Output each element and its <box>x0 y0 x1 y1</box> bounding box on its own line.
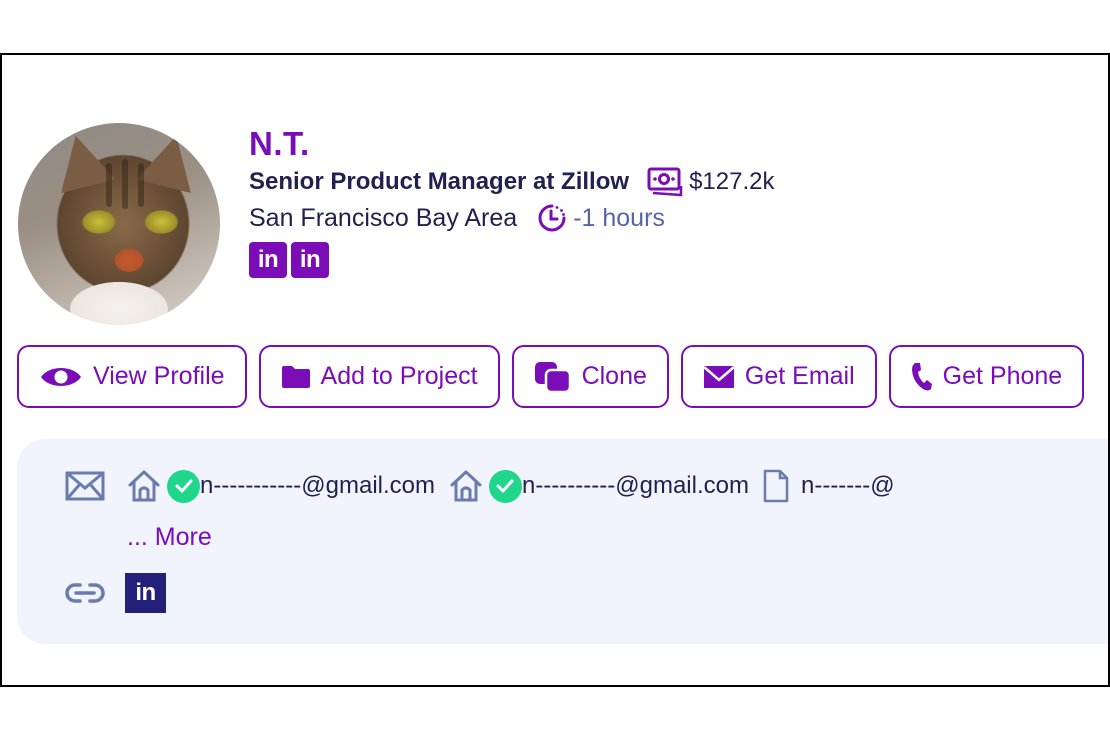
eye-icon <box>41 367 81 386</box>
get-phone-button[interactable]: Get Phone <box>888 345 1085 408</box>
profile-name: N.T. <box>249 125 310 162</box>
get-phone-label: Get Phone <box>942 362 1063 390</box>
location-row: San Francisco Bay Area -1 hours <box>249 199 774 237</box>
email-address[interactable]: n----------@gmail.com <box>522 472 749 500</box>
social-links: in in <box>249 242 774 278</box>
view-profile-button[interactable]: View Profile <box>17 345 247 408</box>
profile-info: N.T. Senior Product Manager at Zillow $1… <box>249 124 774 278</box>
clone-button[interactable]: Clone <box>511 345 669 408</box>
profile-panel: N.T. Senior Product Manager at Zillow $1… <box>0 53 1110 687</box>
job-title: Senior Product Manager at Zillow <box>249 168 630 195</box>
location: San Francisco Bay Area <box>249 203 518 232</box>
email-list: n-----------@gmail.com n----------@gmail… <box>65 469 895 503</box>
avatar-image-detail <box>122 159 128 209</box>
title-row: Senior Product Manager at Zillow $127.2k <box>249 165 774 199</box>
linkedin-icon[interactable]: in <box>291 242 329 278</box>
home-icon <box>450 470 482 502</box>
action-buttons: View Profile Add to Project Clone Get Em… <box>17 345 1085 408</box>
avatar-image-detail <box>106 163 112 207</box>
more-emails-link[interactable]: ... More <box>127 523 212 552</box>
avatar[interactable] <box>18 123 220 325</box>
linkedin-icon[interactable]: in <box>249 242 287 278</box>
contact-info-card: n-----------@gmail.com n----------@gmail… <box>17 439 1108 644</box>
envelope-icon <box>703 365 735 388</box>
view-profile-label: View Profile <box>93 362 225 390</box>
avatar-image-detail <box>138 163 144 207</box>
file-icon <box>763 469 789 503</box>
money-icon <box>647 167 683 197</box>
add-to-project-label: Add to Project <box>320 362 478 390</box>
email-address[interactable]: n-------@ <box>801 472 895 500</box>
salary-estimate: $127.2k <box>689 168 775 195</box>
verified-check-icon <box>167 469 200 503</box>
get-email-button[interactable]: Get Email <box>680 345 877 408</box>
clone-icon <box>534 361 571 393</box>
home-icon <box>128 470 160 502</box>
links-row: in <box>65 573 166 613</box>
avatar-image-ear <box>136 128 204 194</box>
verified-check-icon <box>488 469 522 503</box>
clock-icon <box>538 204 566 232</box>
add-to-project-button[interactable]: Add to Project <box>258 345 500 408</box>
linkedin-icon[interactable]: in <box>125 573 166 613</box>
link-icon <box>65 583 105 603</box>
folder-icon <box>281 365 310 388</box>
local-time-offset: -1 hours <box>573 203 665 232</box>
envelope-outline-icon <box>65 471 105 501</box>
email-address[interactable]: n-----------@gmail.com <box>200 472 435 500</box>
get-email-label: Get Email <box>744 362 855 390</box>
clone-label: Clone <box>581 362 647 390</box>
phone-icon <box>911 362 932 390</box>
